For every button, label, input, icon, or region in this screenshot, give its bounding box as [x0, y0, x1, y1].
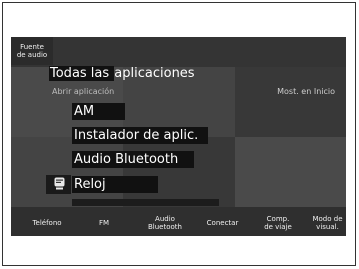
nav-connect[interactable]: Conectar — [200, 212, 245, 234]
nav-display-mode-label: Modo de visual. — [312, 215, 343, 231]
list-item-am[interactable]: AM — [72, 103, 125, 120]
audio-source-label: Fuente de audio — [16, 43, 48, 59]
bottom-nav-bar: Teléfono FM Audio Bluetooth Conectar Com… — [11, 212, 346, 236]
open-app-button[interactable]: Abrir aplicación — [52, 87, 114, 96]
list-scroll-indicator — [72, 199, 219, 206]
infotainment-screen: Fuente de audio Todas las aplicaciones A… — [11, 37, 346, 236]
nav-fm[interactable]: FM — [85, 212, 123, 234]
audio-source-button[interactable]: Fuente de audio — [11, 37, 53, 65]
clock-app-icon — [54, 177, 65, 190]
nav-fm-label: FM — [98, 219, 110, 227]
list-item-clock[interactable]: Reloj — [72, 176, 158, 193]
bg-tile — [123, 137, 235, 207]
page-title: Todas las aplicaciones — [49, 66, 195, 82]
nav-connect-label: Conectar — [206, 219, 239, 227]
show-in-home-button[interactable]: Most. en Inicio — [277, 87, 335, 96]
nav-audio-bluetooth-label: Audio Bluetooth — [148, 215, 182, 231]
nav-trip-computer[interactable]: Comp. de viaje — [258, 212, 298, 234]
nav-display-mode[interactable]: Modo de visual. — [309, 212, 346, 234]
bg-tile — [235, 67, 346, 137]
nav-trip-computer-label: Comp. de viaje — [264, 215, 292, 231]
top-band — [11, 37, 346, 67]
page-title-prefix: Todas las — [49, 66, 115, 81]
list-item-audio-bluetooth[interactable]: Audio Bluetooth — [72, 151, 194, 168]
bg-tile — [235, 137, 346, 207]
nav-audio-bluetooth[interactable]: Audio Bluetooth — [143, 212, 187, 234]
bg-tile — [11, 137, 123, 207]
nav-phone-label: Teléfono — [32, 219, 62, 227]
page-title-rest: aplicaciones — [114, 66, 195, 81]
list-item-app-installer[interactable]: Instalador de aplic. — [72, 127, 208, 144]
nav-phone[interactable]: Teléfono — [28, 212, 66, 234]
